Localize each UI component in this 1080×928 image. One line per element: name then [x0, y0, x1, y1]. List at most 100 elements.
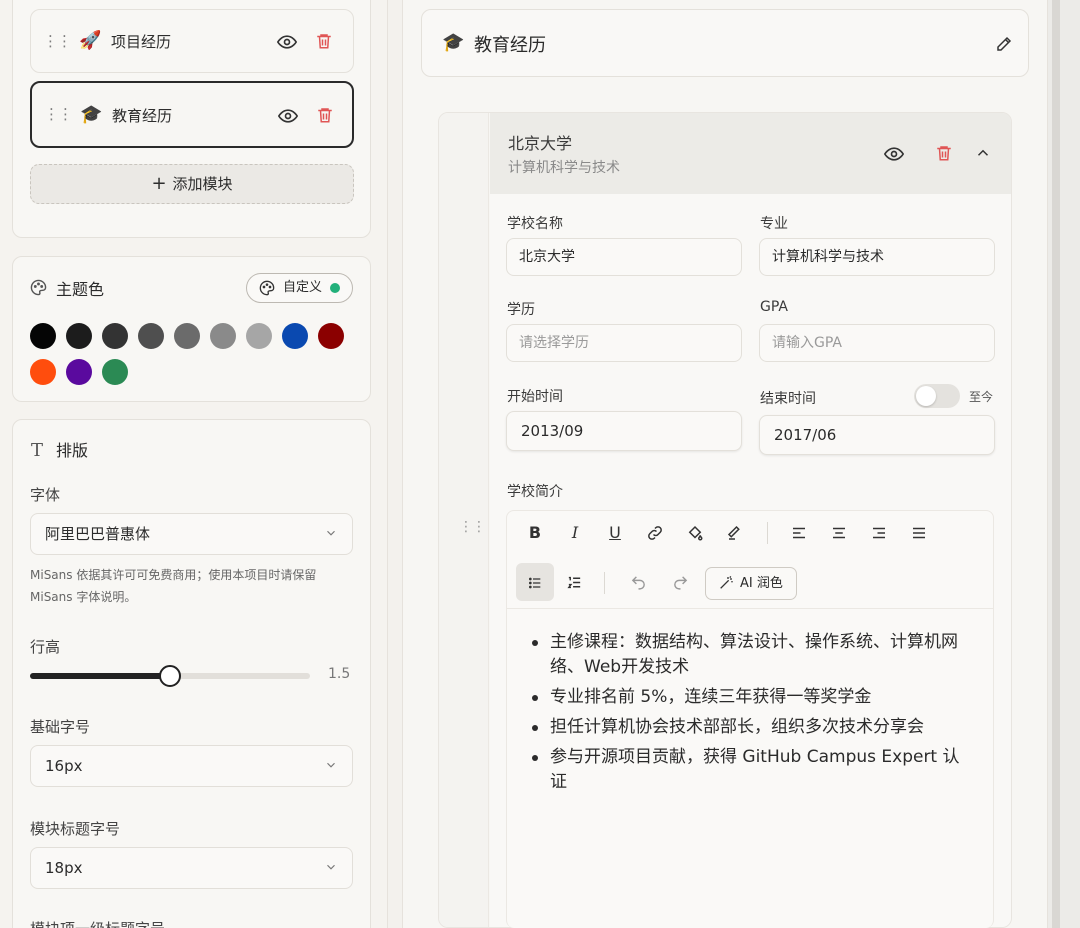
scrollbar-track[interactable] [1052, 0, 1060, 928]
intro-bullet-list[interactable]: 主修课程：数据结构、算法设计、操作系统、计算机网络、Web开发技术 专业排名前 5… [530, 630, 970, 800]
color-swatch[interactable] [30, 359, 56, 385]
gpa-input[interactable]: 请输入GPA [759, 324, 995, 362]
pencil-icon[interactable] [995, 35, 1013, 53]
color-swatch[interactable] [174, 323, 200, 349]
line-height-label: 行高 [30, 638, 61, 656]
school-name-label: 学校名称 [507, 216, 563, 232]
color-swatch[interactable] [66, 323, 92, 349]
section-title: 教育经历 [474, 35, 546, 56]
eye-icon[interactable] [277, 32, 297, 52]
align-center-icon[interactable] [830, 524, 848, 542]
line-height-value: 1.5 [328, 666, 351, 682]
align-right-icon[interactable] [870, 524, 888, 542]
numbered-list-icon[interactable] [566, 574, 583, 591]
color-swatch[interactable] [102, 359, 128, 385]
redo-icon[interactable] [672, 574, 689, 591]
color-swatch[interactable] [66, 359, 92, 385]
start-date-input[interactable]: 2013/09 [506, 411, 742, 451]
section-header: 🎓 教育经历 [421, 9, 1029, 77]
magic-wand-icon [720, 576, 733, 589]
color-swatch[interactable] [138, 323, 164, 349]
toolbar-divider [604, 572, 605, 594]
rocket-icon: 🚀 [79, 30, 102, 51]
drag-handle-icon[interactable]: ⋮⋮ [43, 32, 72, 50]
school-name-input[interactable]: 北京大学 [506, 238, 742, 276]
toolbar-divider [767, 522, 768, 544]
graduation-cap-icon: 🎓 [80, 104, 103, 125]
major-label: 专业 [760, 216, 788, 232]
module-item-projects[interactable]: ⋮⋮ 🚀 项目经历 [30, 9, 354, 73]
graduation-cap-icon: 🎓 [442, 32, 465, 53]
plus-icon: + [151, 173, 167, 194]
present-label: 至今 [969, 390, 994, 404]
drag-handle-icon[interactable]: ⋮⋮ [44, 105, 73, 123]
slider-thumb[interactable] [159, 665, 181, 687]
italic-icon[interactable]: I [560, 518, 590, 548]
entry-school: 北京大学 [508, 134, 573, 153]
align-left-icon[interactable] [790, 524, 808, 542]
scrollbar[interactable] [1048, 0, 1080, 928]
color-swatch[interactable] [318, 323, 344, 349]
font-license-hint: MiSans 依据其许可可免费商用；使用本项目时请保留 MiSans 字体说明。 [30, 568, 317, 604]
chevron-down-icon [327, 762, 335, 768]
trash-icon[interactable] [315, 31, 333, 51]
present-toggle[interactable] [914, 384, 960, 408]
bullet-list-button[interactable] [516, 563, 554, 601]
trash-icon[interactable] [935, 143, 953, 163]
theme-color-title: 主题色 [56, 280, 105, 299]
align-justify-icon[interactable] [910, 524, 928, 542]
toggle-knob [916, 386, 936, 406]
module-title-size-select[interactable]: 18px [30, 847, 353, 889]
trash-icon[interactable] [316, 105, 334, 125]
school-intro-label: 学校简介 [507, 484, 563, 500]
add-module-button[interactable]: + 添加模块 [30, 164, 354, 204]
text-format-icon: T [31, 440, 44, 461]
palette-icon [259, 280, 275, 296]
start-date-label: 开始时间 [507, 389, 563, 405]
color-swatch[interactable] [30, 323, 56, 349]
eye-icon[interactable] [278, 106, 298, 126]
chevron-up-icon[interactable] [974, 144, 992, 162]
font-select[interactable]: 阿里巴巴普惠体 [30, 513, 353, 555]
ai-polish-button[interactable]: AI 润色 [705, 567, 797, 600]
chevron-down-icon [327, 530, 335, 536]
entry-header[interactable]: 北京大学 计算机科学与技术 [490, 113, 1011, 194]
fill-color-icon[interactable] [686, 524, 704, 542]
intro-bullet-item: 参与开源项目贡献，获得 GitHub Campus Expert 认证 [530, 745, 970, 795]
module-label: 教育经历 [112, 107, 173, 125]
major-input[interactable]: 计算机科学与技术 [759, 238, 995, 276]
chevron-down-icon [327, 864, 335, 870]
color-swatch[interactable] [282, 323, 308, 349]
bullet-list-icon [529, 577, 541, 588]
drag-handle-icon[interactable]: ⋮⋮ [459, 519, 486, 535]
end-date-input[interactable]: 2017/06 [759, 415, 995, 455]
typography-title: 排版 [56, 441, 89, 460]
link-icon[interactable] [646, 524, 664, 542]
undo-icon[interactable] [630, 574, 647, 591]
slider-fill [30, 673, 170, 679]
color-swatch[interactable] [210, 323, 236, 349]
font-label: 字体 [30, 486, 61, 504]
custom-color-button[interactable]: 自定义 [246, 273, 353, 303]
module-item-education[interactable]: ⋮⋮ 🎓 教育经历 [30, 81, 354, 148]
eye-icon[interactable] [884, 144, 904, 164]
line-height-slider[interactable] [30, 665, 310, 687]
clear-format-icon[interactable] [726, 524, 744, 542]
underline-icon[interactable]: U [600, 518, 630, 548]
editor-divider [507, 608, 994, 609]
module-label: 项目经历 [111, 33, 172, 51]
degree-select[interactable]: 请选择学历 [506, 324, 742, 362]
entry-major: 计算机科学与技术 [508, 160, 620, 176]
settings-sidebar: ⋮⋮ 🚀 项目经历 ⋮⋮ 🎓 教育经历 + 添加模块 主题色 自定义 T 排版 字… [0, 0, 388, 928]
color-swatch[interactable] [102, 323, 128, 349]
base-size-select[interactable]: 16px [30, 745, 353, 787]
base-size-label: 基础字号 [30, 718, 91, 736]
bold-icon[interactable]: B [520, 518, 550, 548]
degree-label: 学历 [507, 302, 535, 318]
color-swatch[interactable] [246, 323, 272, 349]
intro-bullet-item: 担任计算机协会技术部部长，组织多次技术分享会 [530, 715, 970, 740]
module-item-size-label: 模块项一级标题字号 [30, 918, 165, 928]
palette-icon [30, 279, 47, 296]
entry-drag-gutter[interactable]: ⋮⋮ [439, 113, 489, 927]
module-title-size-label: 模块标题字号 [30, 820, 121, 838]
